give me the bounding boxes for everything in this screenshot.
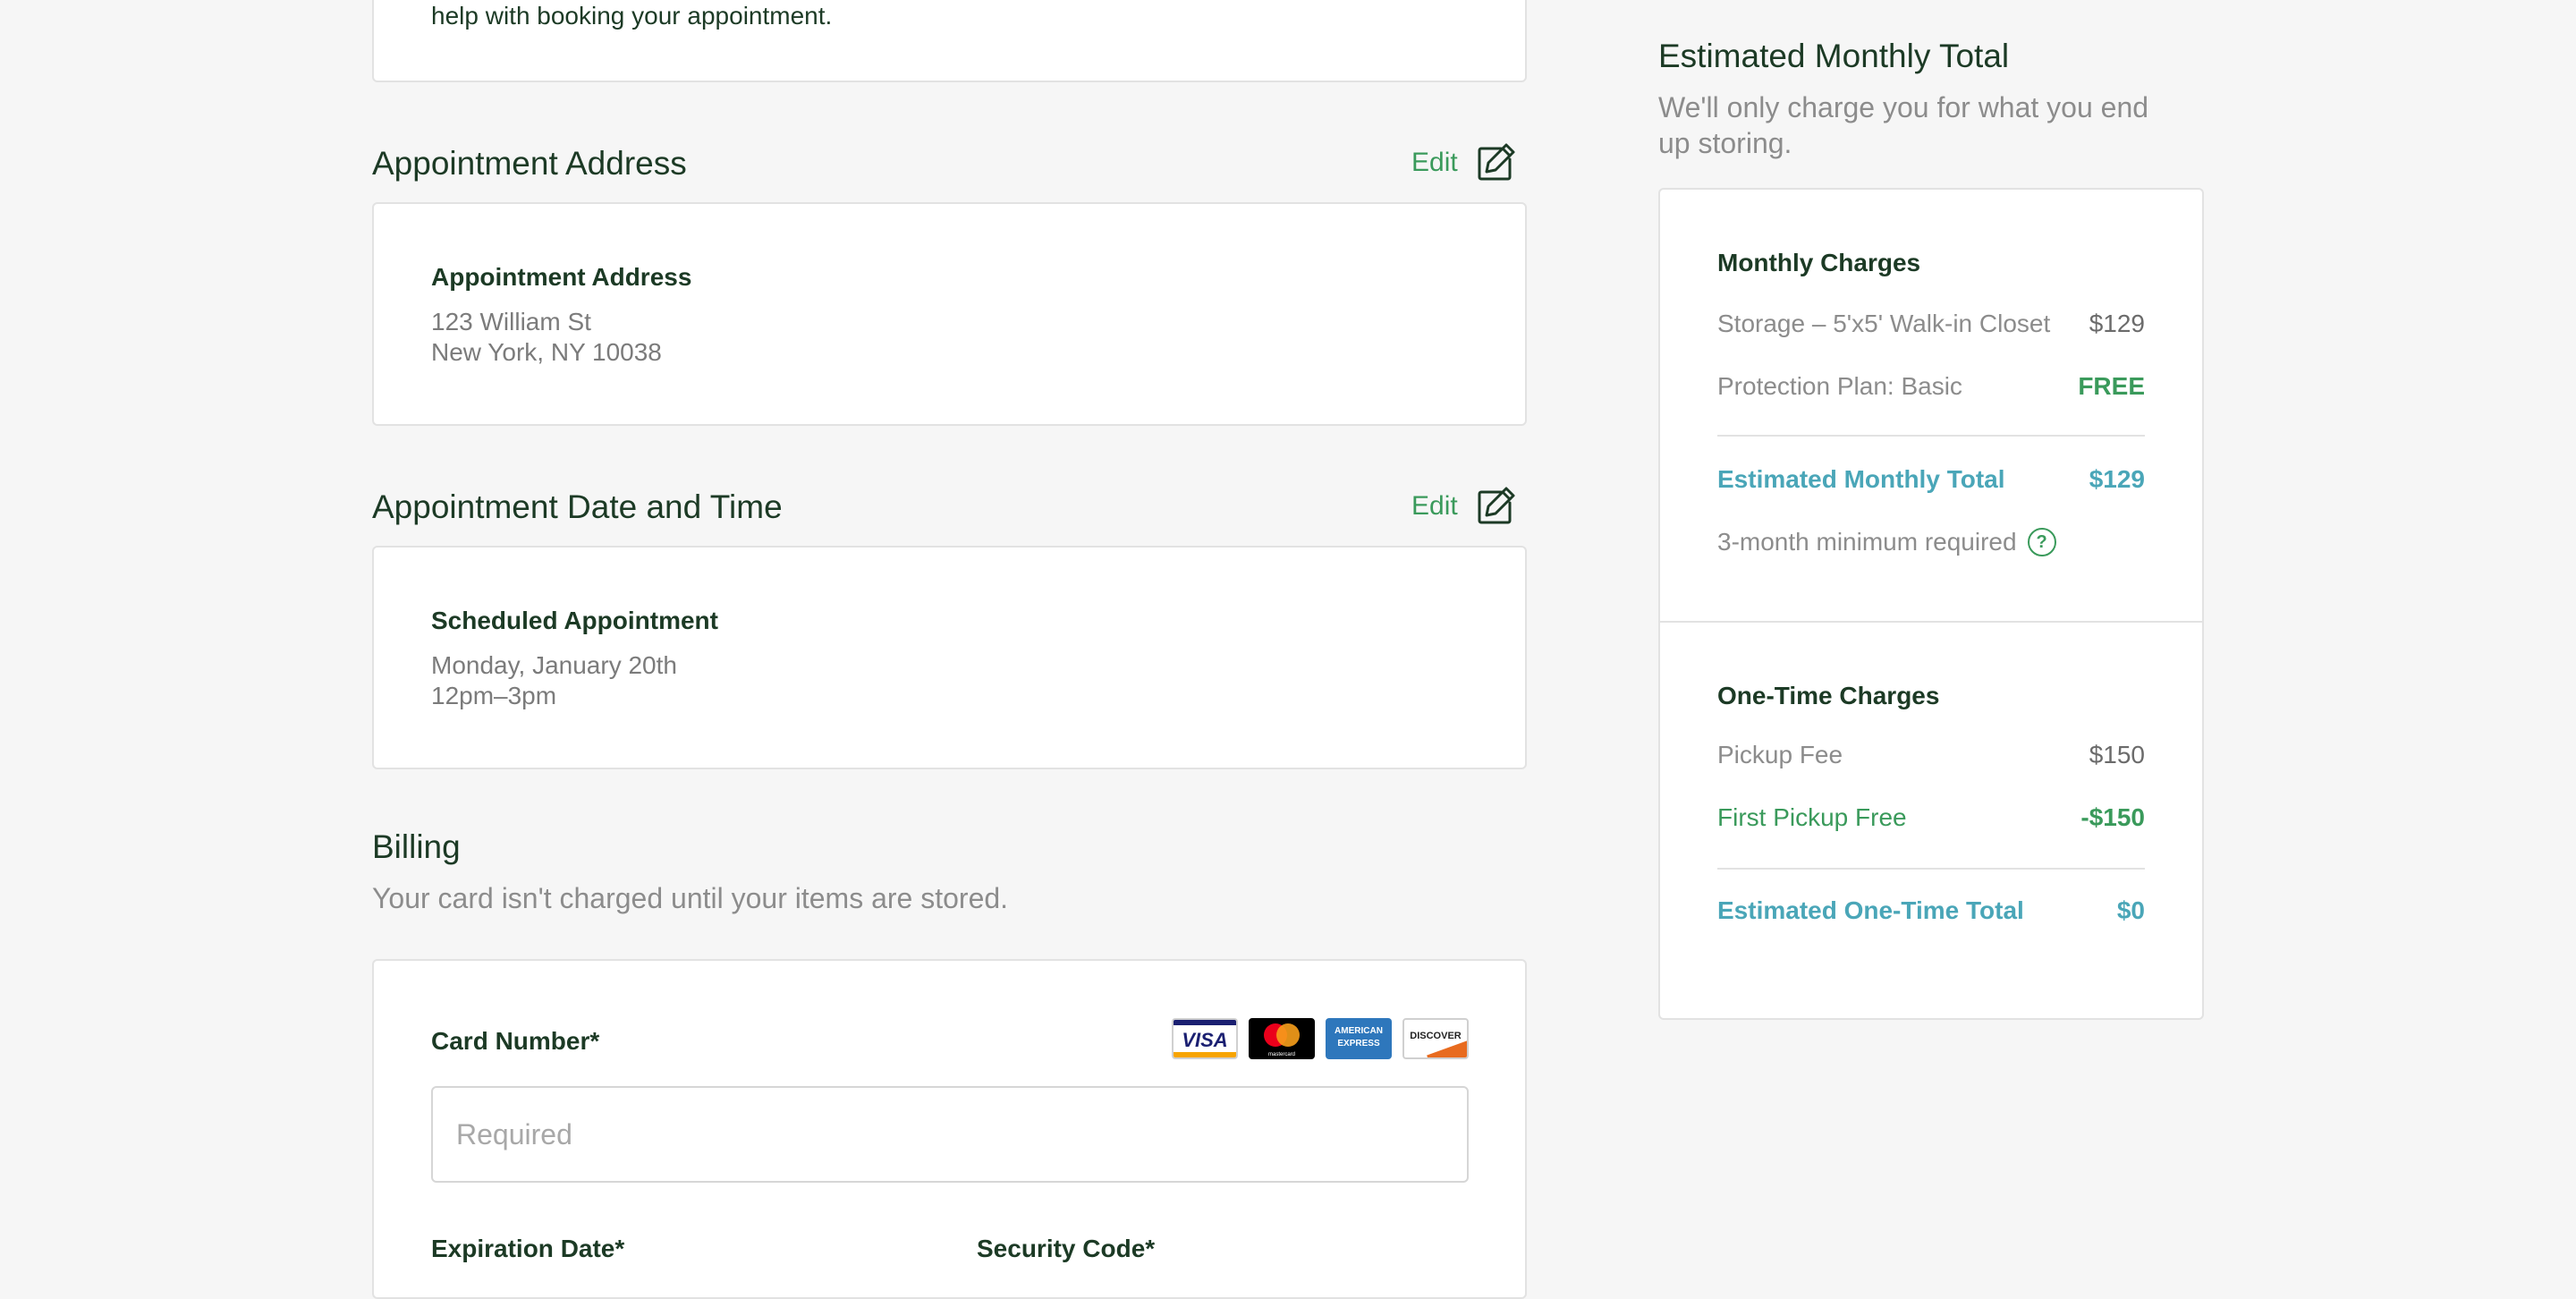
first-pickup-free-value: -$150: [2080, 803, 2145, 831]
visa-logo: VISA: [1172, 1018, 1238, 1059]
protection-plan-label: Protection Plan: Basic: [1717, 372, 1962, 400]
intro-text: help with booking your appointment.: [431, 2, 833, 30]
first-pickup-free-label: First Pickup Free: [1717, 803, 1907, 831]
one-time-divider: [1717, 868, 2145, 870]
monthly-total-value: $129: [2089, 465, 2145, 493]
minimum-note: 3-month minimum required ?: [1717, 528, 2056, 556]
minimum-note-text: 3-month minimum required: [1717, 528, 2017, 556]
appointment-time: 12pm–3pm: [431, 682, 557, 709]
edit-address-label: Edit: [1411, 148, 1458, 177]
billing-card: Card Number* VISA mastercard AMERICAN EX…: [372, 959, 1527, 1299]
intro-card: help with booking your appointment.: [372, 0, 1527, 82]
appointment-date: Monday, January 20th: [431, 651, 677, 679]
edit-icon: [1478, 143, 1515, 181]
mastercard-logo: mastercard: [1249, 1018, 1315, 1059]
security-code-label: Security Code*: [977, 1235, 1156, 1262]
address-card-label: Appointment Address: [431, 263, 692, 291]
mastercard-text: mastercard: [1267, 1052, 1295, 1057]
edit-datetime-button[interactable]: Edit: [1411, 485, 1517, 528]
datetime-card: Scheduled Appointment Monday, January 20…: [372, 546, 1527, 769]
address-section-title: Appointment Address: [372, 145, 687, 182]
discover-text: DISCOVER: [1410, 1031, 1462, 1041]
edit-address-button[interactable]: Edit: [1411, 141, 1517, 184]
summary-subtitle-line-1: We'll only charge you for what you end: [1658, 91, 2149, 123]
summary-subtitle-line-2: up storing.: [1658, 127, 1792, 159]
summary-title: Estimated Monthly Total: [1658, 38, 2010, 74]
one-time-total-row: Estimated One-Time Total $0: [1717, 896, 2145, 925]
pickup-fee-value: $150: [2089, 741, 2145, 768]
first-pickup-free-row: First Pickup Free -$150: [1717, 803, 2145, 832]
monthly-charges-heading: Monthly Charges: [1717, 249, 1921, 276]
address-line-2: New York, NY 10038: [431, 338, 662, 366]
amex-logo: AMERICAN EXPRESS: [1326, 1018, 1392, 1059]
address-card: Appointment Address 123 William St New Y…: [372, 202, 1527, 426]
summary-card: Monthly Charges Storage – 5'x5' Walk-in …: [1658, 188, 2204, 1020]
card-number-input[interactable]: Required: [431, 1086, 1469, 1183]
billing-title: Billing: [372, 828, 461, 865]
datetime-section-title: Appointment Date and Time: [372, 488, 783, 525]
card-logos: VISA mastercard AMERICAN EXPRESS DISCOVE…: [1172, 1018, 1470, 1059]
pickup-fee-label: Pickup Fee: [1717, 741, 1843, 768]
pickup-fee-row: Pickup Fee $150: [1717, 741, 2145, 769]
storage-value: $129: [2089, 310, 2145, 337]
monthly-total-row: Estimated Monthly Total $129: [1717, 465, 2145, 494]
one-time-total-value: $0: [2116, 896, 2145, 924]
card-number-placeholder: Required: [456, 1117, 572, 1150]
help-icon[interactable]: ?: [2027, 528, 2056, 556]
visa-text: VISA: [1182, 1029, 1228, 1051]
protection-plan-value: FREE: [2078, 372, 2145, 400]
datetime-card-label: Scheduled Appointment: [431, 607, 718, 634]
storage-row: Storage – 5'x5' Walk-in Closet $129: [1717, 310, 2145, 338]
edit-datetime-label: Edit: [1411, 491, 1458, 521]
monthly-total-label: Estimated Monthly Total: [1717, 465, 2005, 493]
edit-icon: [1478, 487, 1515, 524]
amex-text: AMERICAN EXPRESS: [1335, 1026, 1383, 1049]
address-line-1: 123 William St: [431, 308, 591, 335]
expiration-date-label: Expiration Date*: [431, 1235, 625, 1262]
monthly-divider: [1717, 435, 2145, 437]
summary-section-divider: [1660, 621, 2202, 623]
storage-label: Storage – 5'x5' Walk-in Closet: [1717, 310, 2051, 337]
billing-subtitle: Your card isn't charged until your items…: [372, 882, 1009, 914]
discover-logo: DISCOVER: [1402, 1018, 1469, 1059]
card-number-label: Card Number*: [431, 1027, 600, 1055]
protection-plan-row: Protection Plan: Basic FREE: [1717, 372, 2145, 401]
one-time-charges-heading: One-Time Charges: [1717, 682, 1940, 709]
one-time-total-label: Estimated One-Time Total: [1717, 896, 2024, 924]
